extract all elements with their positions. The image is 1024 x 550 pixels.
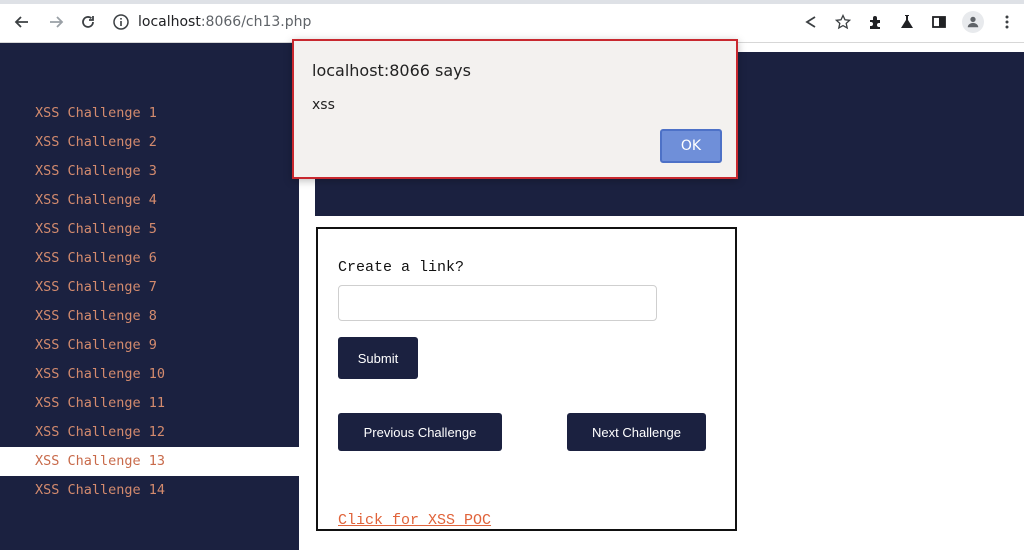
share-icon[interactable]: [802, 13, 820, 31]
sidebar-item-challenge-5[interactable]: XSS Challenge 5: [0, 215, 299, 244]
menu-icon[interactable]: [998, 13, 1016, 31]
forward-icon[interactable]: [46, 12, 66, 32]
sidebar-item-challenge-12[interactable]: XSS Challenge 12: [0, 418, 299, 447]
sidebar-item-challenge-8[interactable]: XSS Challenge 8: [0, 302, 299, 331]
link-input[interactable]: [338, 285, 657, 321]
url-path: :8066/ch13.php: [200, 14, 312, 30]
reload-icon[interactable]: [78, 12, 98, 32]
alert-ok-button[interactable]: OK: [660, 129, 722, 163]
sidepanel-icon[interactable]: [930, 13, 948, 31]
sidebar-item-challenge-14[interactable]: XSS Challenge 14: [0, 476, 299, 505]
profile-icon[interactable]: [962, 11, 984, 33]
url-host: localhost: [138, 14, 201, 30]
xss-poc-link[interactable]: Click for XSS POC: [338, 512, 491, 529]
sidebar: XSS Challenge 1 XSS Challenge 2 XSS Chal…: [0, 43, 299, 550]
sidebar-item-challenge-4[interactable]: XSS Challenge 4: [0, 186, 299, 215]
sidebar-item-challenge-7[interactable]: XSS Challenge 7: [0, 273, 299, 302]
sidebar-item-challenge-9[interactable]: XSS Challenge 9: [0, 331, 299, 360]
alert-message: xss: [312, 97, 335, 113]
alert-title: localhost:8066 says: [312, 61, 471, 80]
form-prompt: Create a link?: [338, 259, 465, 276]
next-challenge-button[interactable]: Next Challenge: [567, 413, 706, 451]
toolbar-actions: [802, 10, 1016, 34]
tab-strip-edge: [0, 0, 1024, 4]
sidebar-item-challenge-2[interactable]: XSS Challenge 2: [0, 128, 299, 157]
back-icon[interactable]: [12, 12, 32, 32]
previous-challenge-button[interactable]: Previous Challenge: [338, 413, 502, 451]
sidebar-list: XSS Challenge 1 XSS Challenge 2 XSS Chal…: [0, 99, 299, 505]
star-icon[interactable]: [834, 13, 852, 31]
sidebar-item-challenge-13[interactable]: XSS Challenge 13: [0, 447, 299, 476]
address-bar[interactable]: localhost:8066/ch13.php: [112, 9, 792, 35]
submit-button[interactable]: Submit: [338, 337, 418, 379]
extensions-icon[interactable]: [866, 13, 884, 31]
sidebar-item-challenge-3[interactable]: XSS Challenge 3: [0, 157, 299, 186]
info-icon[interactable]: [112, 13, 130, 31]
lab-icon[interactable]: [898, 13, 916, 31]
alert-dialog: localhost:8066 says xss OK: [292, 39, 738, 179]
sidebar-item-challenge-6[interactable]: XSS Challenge 6: [0, 244, 299, 273]
sidebar-item-challenge-10[interactable]: XSS Challenge 10: [0, 360, 299, 389]
challenge-form: Create a link? Submit Previous Challenge…: [316, 227, 737, 531]
sidebar-item-challenge-11[interactable]: XSS Challenge 11: [0, 389, 299, 418]
browser-toolbar: localhost:8066/ch13.php: [0, 0, 1024, 43]
sidebar-item-challenge-1[interactable]: XSS Challenge 1: [0, 99, 299, 128]
